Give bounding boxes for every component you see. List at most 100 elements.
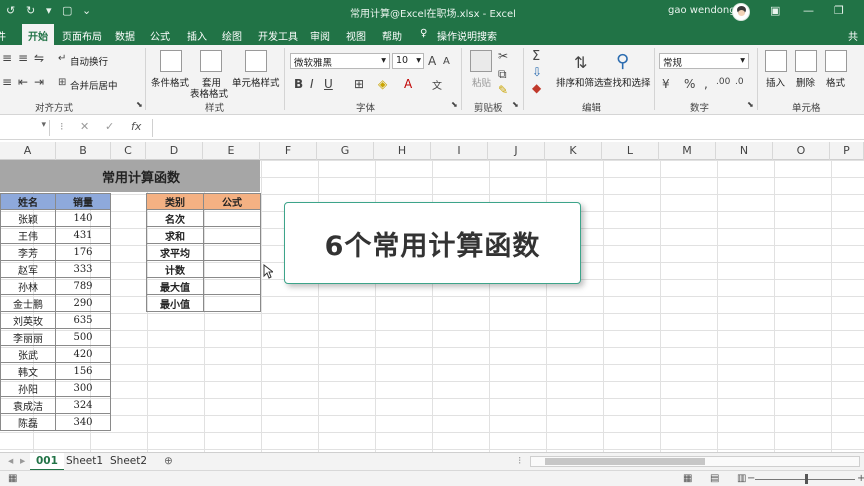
name-cell[interactable]: 张颖 (0, 209, 56, 227)
cell-style-button[interactable]: 单元格样式 (232, 75, 280, 89)
category-cell[interactable]: 名次 (146, 209, 204, 227)
sheet-title-cell[interactable]: 常用计算函数 (0, 160, 260, 192)
name-cell[interactable]: 刘英玫 (0, 311, 56, 329)
zoom-slider-thumb[interactable] (805, 474, 808, 484)
sales-cell[interactable]: 333 (55, 260, 111, 278)
number-format-select[interactable]: 常规 ▾ (659, 53, 749, 69)
tab-file[interactable]: 件 (0, 28, 6, 43)
header-cell-formula[interactable]: 公式 (203, 193, 261, 210)
merge-center-button[interactable]: 合并后居中 (70, 78, 118, 92)
sales-cell[interactable]: 500 (55, 328, 111, 346)
font-color-icon[interactable]: A (404, 77, 412, 91)
add-sheet-icon[interactable]: ⊕ (158, 453, 179, 471)
cut-icon[interactable]: ✂ (498, 49, 508, 63)
tab-split-icon[interactable]: ⁝ (512, 453, 527, 471)
column-header[interactable]: M (659, 142, 716, 160)
sales-cell[interactable]: 635 (55, 311, 111, 329)
formula-input[interactable] (152, 119, 864, 137)
name-cell[interactable]: 李芳 (0, 243, 56, 261)
fill-icon[interactable]: ⇩ (532, 65, 542, 79)
number-launcher-icon[interactable]: ⬊ (747, 100, 754, 109)
sales-cell[interactable]: 300 (55, 379, 111, 397)
category-cell[interactable]: 求平均 (146, 243, 204, 261)
name-cell[interactable]: 韩文 (0, 362, 56, 380)
redo-dropdown-icon[interactable]: ▾ (46, 4, 52, 17)
column-header[interactable]: J (488, 142, 545, 160)
align-left-icon[interactable]: ≡ (2, 51, 12, 65)
tab-home[interactable]: 开始 (22, 24, 54, 45)
column-header[interactable]: I (431, 142, 488, 160)
formula-cell[interactable] (203, 243, 261, 261)
macro-record-icon[interactable]: ▦ (8, 473, 17, 484)
italic-icon[interactable]: I (310, 77, 314, 91)
find-select-button[interactable]: 查找和选择 (603, 75, 651, 89)
sales-cell[interactable]: 324 (55, 396, 111, 414)
name-cell[interactable]: 李丽丽 (0, 328, 56, 346)
alignment-launcher-icon[interactable]: ⬊ (136, 100, 143, 109)
insert-function-icon[interactable]: fx (131, 120, 141, 133)
sort-filter-button[interactable]: 排序和筛选 (556, 75, 604, 89)
increase-indent-icon[interactable]: ⇥ (34, 75, 44, 89)
paste-button[interactable]: 粘贴 (472, 75, 491, 89)
sheet-tab-sheet2[interactable]: Sheet2 (104, 453, 153, 471)
comma-icon[interactable]: , (704, 77, 708, 91)
tab-data[interactable]: 数据 (115, 28, 135, 43)
tell-me-search[interactable]: 操作说明搜索 (437, 28, 497, 43)
percent-icon[interactable]: % (684, 77, 695, 91)
formula-cell[interactable] (203, 209, 261, 227)
formula-cell[interactable] (203, 260, 261, 278)
normal-view-icon[interactable]: ▦ (683, 473, 692, 484)
format-cells-button[interactable]: 格式 (826, 75, 845, 89)
redo-icon[interactable]: ↻ (26, 4, 35, 17)
column-header[interactable]: D (146, 142, 203, 160)
orientation-icon[interactable]: ≡ (18, 51, 28, 65)
format-painter-icon[interactable]: ✎ (498, 83, 508, 97)
name-cell[interactable]: 王伟 (0, 226, 56, 244)
name-cell[interactable]: 陈磊 (0, 413, 56, 431)
tab-page-layout[interactable]: 页面布局 (62, 28, 102, 43)
increase-decimal-icon[interactable]: .00 (716, 77, 730, 87)
phonetic-icon[interactable]: 文 (432, 77, 442, 92)
delete-cells-button[interactable]: 删除 (796, 75, 815, 89)
category-cell[interactable]: 最大值 (146, 277, 204, 295)
clipboard-launcher-icon[interactable]: ⬊ (512, 100, 519, 109)
autosum-icon[interactable]: Σ (532, 49, 540, 64)
category-cell[interactable]: 计数 (146, 260, 204, 278)
header-cell-sales[interactable]: 销量 (55, 193, 111, 210)
column-header[interactable]: H (374, 142, 431, 160)
column-header[interactable]: L (602, 142, 659, 160)
tab-review[interactable]: 审阅 (310, 28, 330, 43)
name-cell[interactable]: 孙林 (0, 277, 56, 295)
restore-icon[interactable]: ❐ (834, 4, 844, 17)
user-avatar[interactable] (732, 3, 750, 21)
user-name[interactable]: gao wendong (668, 5, 736, 16)
text-direction-icon[interactable]: ⇋ (34, 51, 44, 65)
tab-view[interactable]: 视图 (346, 28, 366, 43)
table-format-label-2[interactable]: 表格格式 (190, 86, 228, 100)
enter-icon[interactable]: ✓ (105, 120, 114, 133)
category-cell[interactable]: 最小值 (146, 294, 204, 312)
column-header[interactable]: C (111, 142, 146, 160)
name-cell[interactable]: 赵军 (0, 260, 56, 278)
minimize-icon[interactable]: — (803, 4, 814, 17)
font-launcher-icon[interactable]: ⬊ (451, 100, 458, 109)
tab-help[interactable]: 帮助 (382, 28, 402, 43)
sales-cell[interactable]: 156 (55, 362, 111, 380)
sheet-tab-sheet1[interactable]: Sheet1 (60, 453, 109, 471)
column-header[interactable]: K (545, 142, 602, 160)
name-cell[interactable]: 金士鹏 (0, 294, 56, 312)
page-layout-view-icon[interactable]: ▤ (710, 473, 719, 484)
header-cell-category[interactable]: 类别 (146, 193, 204, 210)
currency-icon[interactable]: ¥ (662, 77, 670, 91)
column-header[interactable]: B (56, 142, 111, 160)
scroll-right-icon[interactable]: ▸ (14, 453, 31, 471)
wrap-text-button[interactable]: 自动换行 (70, 54, 108, 68)
outdent-icon[interactable]: ⇤ (18, 75, 28, 89)
cancel-icon[interactable]: ✕ (80, 120, 89, 133)
font-size-select[interactable]: 10 ▾ (392, 53, 424, 69)
font-name-select[interactable]: 微软雅黑 ▾ (290, 53, 390, 69)
page-break-view-icon[interactable]: ▥ (737, 473, 746, 484)
name-cell[interactable]: 袁成洁 (0, 396, 56, 414)
new-file-icon[interactable]: ▢ (62, 4, 72, 17)
fill-color-icon[interactable]: ◈ (378, 77, 387, 91)
